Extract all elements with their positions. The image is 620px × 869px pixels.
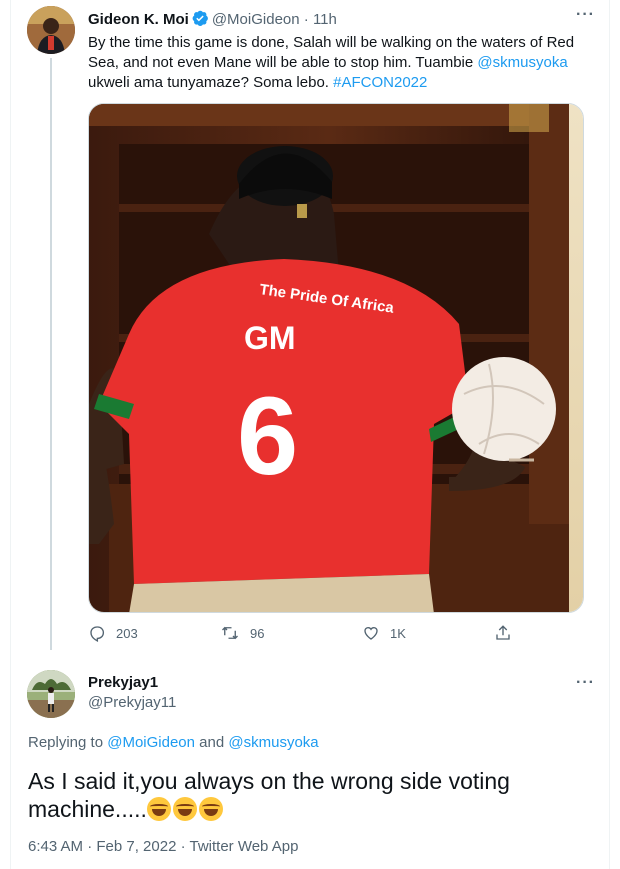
share-icon xyxy=(496,625,510,640)
photo-shirt-back: The Pride Of Africa GM 6 xyxy=(89,104,583,612)
retweet-count: 96 xyxy=(250,625,265,641)
reply-header: Prekyjay1 @Prekyjay11 xyxy=(88,673,176,713)
reply-author-name[interactable]: Prekyjay1 xyxy=(88,673,176,693)
rofl-emoji-icon xyxy=(198,797,223,821)
tweet-text: By the time this game is done, Salah wil… xyxy=(88,33,588,93)
hashtag-link[interactable]: #AFCON2022 xyxy=(333,74,427,91)
like-button[interactable]: 1K xyxy=(362,624,406,642)
like-icon xyxy=(364,627,378,640)
like-count: 1K xyxy=(390,625,406,641)
retweet-icon xyxy=(222,626,238,640)
reply-text-body: As I said it,you always on the wrong sid… xyxy=(28,768,510,822)
retweet-button[interactable]: 96 xyxy=(220,624,264,642)
share-button[interactable] xyxy=(494,624,522,642)
tweet-photo[interactable]: The Pride Of Africa GM 6 xyxy=(88,103,584,613)
more-icon[interactable]: ··· xyxy=(576,6,595,24)
shirt-number: 6 xyxy=(237,375,298,498)
reply-icon xyxy=(90,626,105,642)
reply-text: As I said it,you always on the wrong sid… xyxy=(28,767,588,823)
replying-prefix: Replying to xyxy=(28,734,108,751)
replying-to: Replying to @MoiGideon and @skmusyoka xyxy=(28,734,319,751)
reply-avatar-photo xyxy=(27,670,75,718)
rofl-emoji-icon xyxy=(146,797,171,821)
header-separator: · xyxy=(303,11,309,28)
reply-timestamp[interactable]: 6:43 AM · Feb 7, 2022 · Twitter Web App xyxy=(28,838,298,855)
replying-mention-1[interactable]: @MoiGideon xyxy=(107,734,195,751)
tweet-header: Gideon K. Moi @MoiGideon · 11h xyxy=(88,9,337,31)
reply-button[interactable]: 203 xyxy=(88,624,138,642)
replying-mention-2[interactable]: @skmusyoka xyxy=(228,734,318,751)
tweet-text-part: ukweli ama tunyamaze? Soma lebo. xyxy=(88,74,334,91)
more-icon[interactable]: ··· xyxy=(576,674,595,692)
avatar-photo xyxy=(27,6,75,54)
reply-count: 203 xyxy=(116,625,138,641)
tweet-time[interactable]: 11h xyxy=(313,11,337,28)
thread-connector xyxy=(50,58,52,650)
rofl-emoji-icon xyxy=(172,797,197,821)
mention-link[interactable]: @skmusyoka xyxy=(477,54,567,71)
replying-and: and xyxy=(195,734,229,751)
author-handle[interactable]: @MoiGideon xyxy=(212,11,300,28)
tweet-actions: 203 96 1K xyxy=(88,624,588,648)
author-name[interactable]: Gideon K. Moi xyxy=(88,11,189,28)
verified-badge-icon xyxy=(191,9,209,31)
author-avatar[interactable] xyxy=(27,6,75,54)
shirt-initials: GM xyxy=(244,320,296,356)
reply-author-avatar[interactable] xyxy=(27,670,75,718)
reply-author-handle[interactable]: @Prekyjay11 xyxy=(88,693,176,713)
